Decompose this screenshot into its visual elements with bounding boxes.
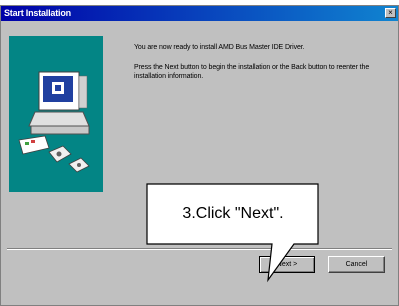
close-button[interactable]: × <box>385 8 396 18</box>
separator <box>7 248 392 250</box>
cancel-button[interactable]: Cancel <box>328 256 385 273</box>
instruction-message: Press the Next button to begin the insta… <box>134 64 370 80</box>
computer-illustration <box>9 36 103 192</box>
next-button[interactable]: Next > <box>259 256 315 273</box>
installer-graphic <box>9 36 103 192</box>
callout-text: 3.Click "Next". <box>182 205 284 222</box>
installer-dialog: Start Installation × You are now ready t <box>0 5 399 306</box>
title-bar[interactable]: Start Installation × <box>1 6 398 21</box>
ready-message: You are now ready to install AMD Bus Mas… <box>134 44 305 51</box>
window-title: Start Installation <box>4 8 71 18</box>
